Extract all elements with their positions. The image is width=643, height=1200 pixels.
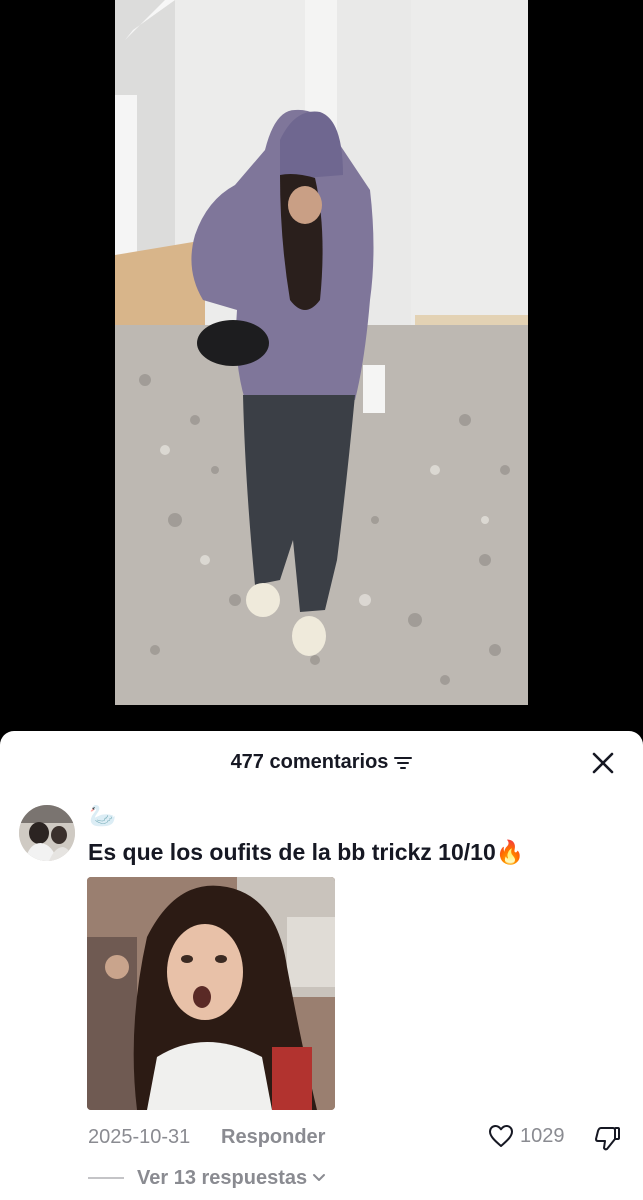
comment-count-filter[interactable]: 477 comentarios (231, 751, 413, 774)
comments-sheet: 477 comentarios 🦢 Es que los oufits de l… (0, 731, 643, 1200)
view-replies-label[interactable]: Ver 13 respuestas (137, 1167, 307, 1190)
comments-header: 477 comentarios (0, 731, 643, 795)
like-count: 1029 (520, 1124, 565, 1147)
comment-count-label: 477 comentarios (230, 751, 389, 773)
comment-username[interactable]: 🦢 (89, 803, 116, 829)
video-scene (115, 0, 528, 705)
reply-button[interactable]: Responder (221, 1126, 325, 1149)
avatar[interactable] (19, 805, 75, 861)
view-replies[interactable]: Ver 13 respuestas (88, 1164, 326, 1192)
heart-icon[interactable] (488, 1124, 514, 1148)
replies-divider (88, 1177, 124, 1179)
chevron-down-icon[interactable] (312, 1173, 326, 1183)
thumbs-down-icon[interactable] (593, 1124, 621, 1152)
comment-item: 🦢 Es que los oufits de la bb trickz 10/1… (0, 801, 643, 1200)
gif-image (87, 877, 335, 1110)
comment-meta: 2025-10-31 Responder 1029 (88, 1124, 628, 1152)
video-frame[interactable] (115, 0, 528, 705)
like-button[interactable]: 1029 (488, 1124, 565, 1148)
filter-icon[interactable] (394, 756, 413, 770)
video-player[interactable] (0, 0, 643, 740)
close-icon[interactable] (591, 751, 615, 775)
comment-gif[interactable] (87, 877, 335, 1110)
comment-text: Es que los oufits de la bb trickz 10/10🔥 (88, 839, 525, 865)
avatar-image (19, 805, 75, 861)
comment-date: 2025-10-31 (88, 1126, 191, 1148)
